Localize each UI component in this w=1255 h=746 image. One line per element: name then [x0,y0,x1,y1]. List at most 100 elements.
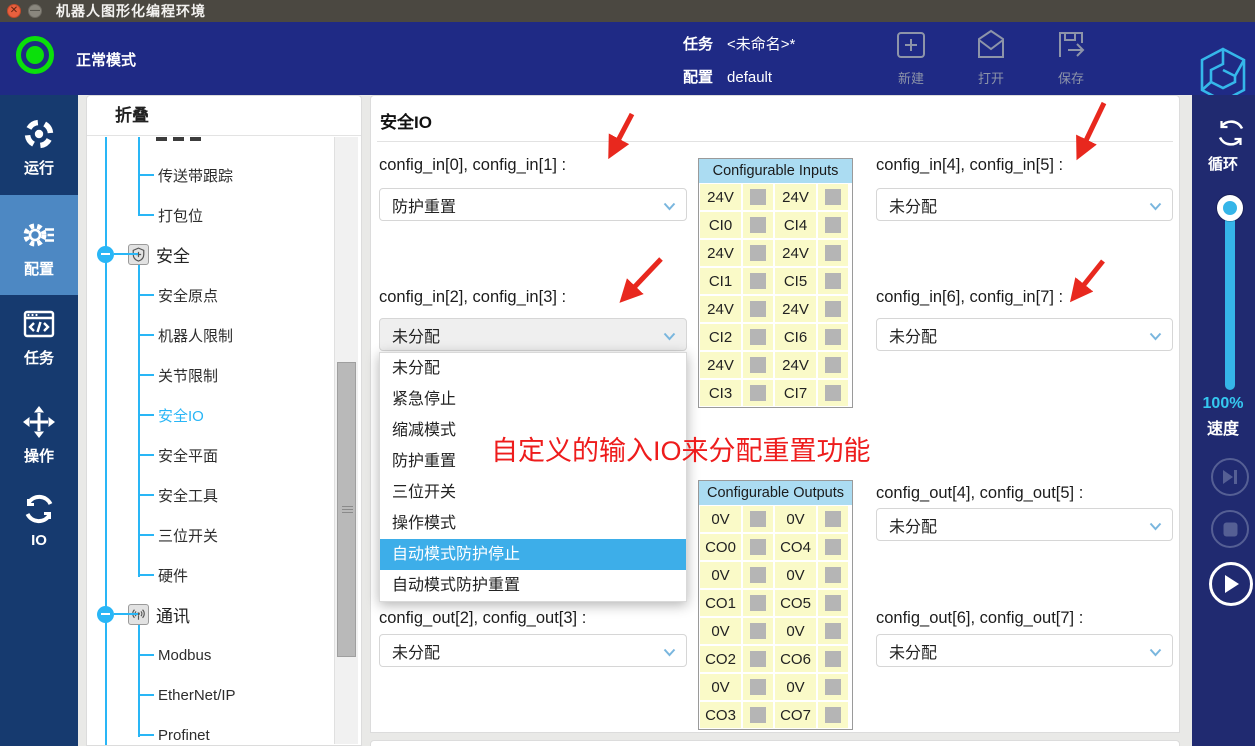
config-out67-label: config_out[6], config_out[7] : [876,609,1083,628]
io-terminal-square [818,184,848,210]
tree-item-robot-limit[interactable]: 机器人限制 [138,322,233,348]
io-terminal-label: 24V [700,240,741,266]
collapse-all-button[interactable]: 折叠 [87,96,361,136]
io-terminal-square [818,590,848,616]
tree-item-conveyor[interactable]: 传送带跟踪 [138,162,233,188]
dropdown-option[interactable]: 三位开关 [380,477,686,508]
dropdown-option[interactable]: 自动模式防护停止 [380,539,686,570]
nav-item-label: 运行 [0,157,78,178]
tree-group-comm[interactable]: 通讯 [97,601,190,627]
nav-item-tasks[interactable]: 任务 [0,303,78,371]
annotation-text: 自定义的输入IO来分配重置功能 [491,429,871,468]
config-out23-dropdown[interactable]: 未分配 [379,634,687,667]
io-terminal-label: CO5 [775,590,816,616]
io-terminal-label: 0V [775,506,816,532]
io-terminal-label: CI1 [700,268,741,294]
tree-group-safety[interactable]: 安全 [97,241,190,267]
io-terminal-label: CO3 [700,702,741,728]
config-in23-dropdown[interactable]: 未分配 [379,318,687,351]
nav-item-io[interactable]: IO [0,488,78,556]
tree-item-modbus[interactable]: Modbus [138,642,211,668]
inputs-table-body: 24V24VCI0CI424V24VCI1CI524V24VCI2CI624V2… [699,183,852,407]
dropdown-value: 未分配 [380,639,440,663]
step-next-button[interactable] [1211,458,1249,496]
chevron-down-icon [1149,644,1162,662]
tree-item-pack[interactable]: 打包位 [138,202,203,228]
cycle-icon[interactable] [1213,115,1249,156]
tree-item-ethernet-ip[interactable]: EtherNet/IP [138,682,236,708]
io-terminal-square [743,562,773,588]
io-terminal-label: 24V [775,184,816,210]
io-terminal-label: CO6 [775,646,816,672]
next-section-card [370,740,1180,746]
tree-item-safety-io[interactable]: 安全IO [138,402,204,428]
io-terminal-label: 0V [700,506,741,532]
dropdown-option-list: 未分配紧急停止缩减模式防护重置三位开关操作模式自动模式防护停止自动模式防护重置 [379,352,687,602]
tree-item-joint-limit[interactable]: 关节限制 [138,362,218,388]
dropdown-option[interactable]: 操作模式 [380,508,686,539]
new-button[interactable]: 新建 [879,28,943,87]
io-table-row: CI0CI4 [699,211,852,239]
dropdown-option[interactable]: 自动模式防护重置 [380,570,686,601]
speed-slider-thumb[interactable] [1217,195,1243,221]
minimize-icon[interactable]: — [28,4,42,18]
outputs-table-title: Configurable Outputs [699,481,852,505]
right-toolbar: 循环 100% 速度 [1192,95,1255,746]
nav-item-jog[interactable]: 操作 [0,401,78,469]
nav-item-label: 任务 [0,347,78,368]
save-icon [1039,28,1103,64]
stop-button[interactable] [1211,510,1249,548]
config-in45-dropdown[interactable]: 未分配 [876,188,1173,221]
close-icon[interactable]: ✕ [7,4,21,18]
play-button[interactable] [1209,562,1253,606]
io-table-row: CO0CO4 [699,533,852,561]
tree-scrollbar[interactable] [334,137,358,744]
config-out45-dropdown[interactable]: 未分配 [876,508,1173,541]
io-terminal-square [818,646,848,672]
nav-item-run[interactable]: 运行 [0,113,78,181]
nav-item-label: IO [0,532,78,549]
main-panel: 安全IO config_in[0], config_in[1] : 防护重置 c… [370,95,1180,733]
tree-item-safety-tool[interactable]: 安全工具 [138,482,218,508]
io-terminal-square [818,268,848,294]
io-terminal-square [818,352,848,378]
dropdown-option[interactable]: 未分配 [380,353,686,384]
io-table-row: 24V 24V [699,183,852,211]
collapse-minus-icon[interactable] [97,246,114,263]
save-button[interactable]: 保存 [1039,28,1103,87]
tree-item-safety-home[interactable]: 安全原点 [138,282,218,308]
io-terminal-label: 24V [700,296,741,322]
speed-slider-track[interactable] [1225,207,1235,390]
configurable-inputs-table: Configurable Inputs 24V24VCI0CI424V24VCI… [698,158,853,408]
io-terminal-square [743,240,773,266]
io-table-row: 24V24V [699,295,852,323]
io-terminal-square [743,324,773,350]
tree-scrollbar-thumb[interactable] [337,362,356,657]
nav-item-config[interactable]: 配置 [0,195,78,295]
config-in67-dropdown[interactable]: 未分配 [876,318,1173,351]
config-in01-dropdown[interactable]: 防护重置 [379,188,687,221]
new-file-icon [879,28,943,64]
tree-item-safety-plane[interactable]: 安全平面 [138,442,218,468]
chevron-down-icon [1149,518,1162,536]
tree-item-three-pos-switch[interactable]: 三位开关 [138,522,218,548]
io-terminal-label: 24V [775,352,816,378]
open-button[interactable]: 打开 [959,28,1023,87]
io-terminal-label: CI6 [775,324,816,350]
tree-item-hardware[interactable]: 硬件 [138,562,188,588]
tree-item-profinet[interactable]: Profinet [138,722,210,745]
io-table-row: CO2CO6 [699,645,852,673]
io-table-row: 24V24V [699,351,852,379]
io-terminal-square [743,702,773,728]
config-in67-label: config_in[6], config_in[7] : [876,288,1063,307]
config-out67-dropdown[interactable]: 未分配 [876,634,1173,667]
io-terminal-square [818,562,848,588]
move-arrows-icon [0,404,78,440]
dropdown-option[interactable]: 紧急停止 [380,384,686,415]
io-table-row: CO3CO7 [699,701,852,729]
io-terminal-label: CI5 [775,268,816,294]
io-terminal-label: 24V [700,184,741,210]
collapse-minus-icon[interactable] [97,606,114,623]
tree-body: 传送带跟踪 打包位 安全 安全原点 机器人限制 关节限制 安全IO 安全平面 安… [87,137,361,745]
io-terminal-square [818,702,848,728]
